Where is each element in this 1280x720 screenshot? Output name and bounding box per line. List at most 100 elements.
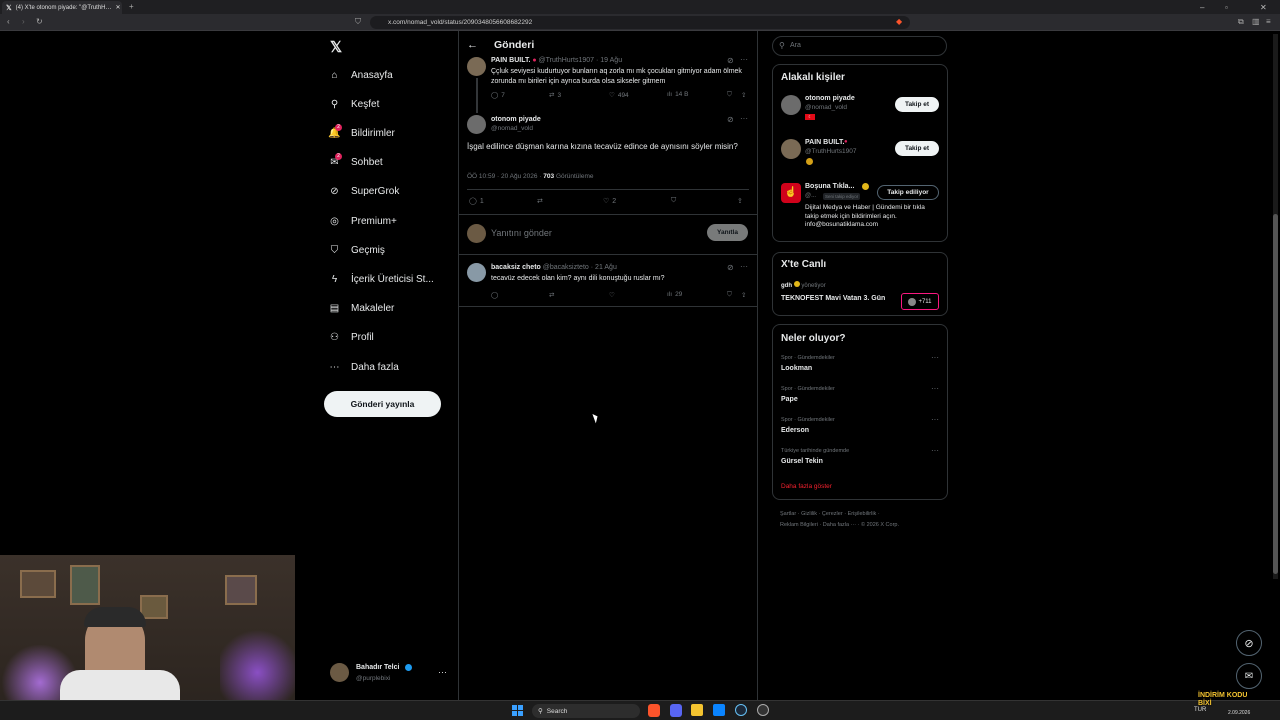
live-event-title[interactable]: TEKNOFEST Mavi Vatan 3. Gün	[781, 295, 885, 302]
more-dots-icon[interactable]: ···	[740, 55, 748, 64]
bookmark-page-icon[interactable]: ⛉	[355, 17, 361, 27]
clock-date[interactable]: 2.09.2026	[1228, 710, 1250, 716]
avatar[interactable]	[467, 115, 486, 134]
brave-shield-icon[interactable]: ◆	[896, 17, 902, 26]
views-button[interactable]: ılı 14 B	[667, 91, 688, 98]
reply-submit-button[interactable]: Yanıtla	[707, 224, 748, 241]
post-timestamp[interactable]: ÖÖ 10:59 · 20 Ağu 2026 ·	[467, 173, 541, 180]
discord-app-icon[interactable]	[670, 704, 682, 717]
grok-icon[interactable]: ⊘	[727, 263, 734, 272]
menu-icon[interactable]: ≡	[1266, 17, 1271, 26]
nav-item-2[interactable]: ⚲ Keşfet	[328, 95, 380, 113]
back-icon[interactable]: ‹	[7, 17, 10, 26]
reply-button[interactable]: ◯ 1	[469, 197, 484, 206]
folder-app-icon[interactable]	[691, 704, 703, 716]
footer-link[interactable]: Çerezler	[822, 511, 843, 517]
parent-post[interactable]: PAIN BUILT. ● @TruthHurts1907 · 19 Ağu ⊘…	[459, 53, 757, 113]
repost-button[interactable]: ⇄ 3	[549, 91, 561, 100]
tab-close-icon[interactable]: ✕	[116, 4, 121, 11]
steam-app-icon[interactable]	[735, 704, 747, 716]
footer-link[interactable]: Şartlar	[780, 511, 796, 517]
grok-float-button[interactable]: ⊘	[1236, 630, 1262, 656]
more-dots-icon[interactable]: ···	[740, 262, 748, 271]
author-handle[interactable]: @nomad_vold	[491, 125, 533, 132]
more-dots-icon[interactable]: ···	[740, 114, 748, 123]
close-window-icon[interactable]: ✕	[1260, 3, 1267, 12]
live-listener-badge[interactable]: +711	[901, 293, 939, 310]
more-dots-icon[interactable]: ···	[931, 353, 939, 362]
author-name[interactable]: bacaksiz cheto	[491, 264, 541, 271]
reply-post[interactable]: bacaksiz cheto @bacaksizteto · 21 Ağu ⊘ …	[459, 257, 757, 307]
following-button[interactable]: Takip ediliyor	[877, 185, 939, 200]
nav-item-6[interactable]: ◎ Premium+	[328, 212, 397, 230]
more-dots-icon[interactable]: ···	[931, 415, 939, 424]
share-button[interactable]: ⇪	[737, 197, 743, 205]
person-row[interactable]: otonom piyade @nomad_vold ☾ Takip et	[773, 93, 947, 129]
share-button[interactable]: ⇪	[741, 291, 746, 299]
messages-float-button[interactable]: ✉	[1236, 663, 1262, 689]
minimize-icon[interactable]: –	[1200, 3, 1204, 12]
avatar[interactable]	[467, 57, 486, 76]
author-handle[interactable]: @TruthHurts1907	[539, 57, 594, 64]
repost-button[interactable]: ⇄	[549, 291, 554, 299]
post-time[interactable]: 21 Ağu	[595, 264, 617, 271]
browser-tab[interactable]: 𝕏 (4) X'te otonom piyade: "@TruthH… ✕	[2, 1, 122, 14]
share-button[interactable]: ⇪	[741, 91, 746, 99]
reload-icon[interactable]: ↻	[36, 17, 43, 26]
nav-item-11[interactable]: ⋯ Daha fazla	[328, 358, 399, 376]
trend-item[interactable]: Türkiye tarihinde gündemde Gürsel Tekin ··…	[773, 446, 947, 476]
repost-button[interactable]: ⇄	[537, 197, 543, 205]
nav-item-5[interactable]: ⊘ SuperGrok	[328, 183, 399, 201]
trend-item[interactable]: Spor · Gündemdekiler Pape ···	[773, 384, 947, 414]
more-dots-icon[interactable]: ···	[438, 667, 447, 677]
grok-icon[interactable]: ⊘	[727, 115, 734, 124]
more-dots-icon[interactable]: ···	[931, 446, 939, 455]
post-button[interactable]: Gönderi yayınla	[324, 391, 441, 417]
bookmark-button[interactable]: ⛉	[727, 91, 732, 99]
nav-item-3[interactable]: 🔔 2 Bildirimler	[328, 123, 395, 142]
url-field[interactable]: x.com/nomad_vold/status/2090348056608682…	[370, 16, 910, 29]
sidebar-icon[interactable]: ▥	[1252, 17, 1260, 26]
account-switcher[interactable]: Bahadır Telci @purplebixi ···	[328, 661, 448, 685]
maximize-icon[interactable]: ▫	[1225, 3, 1228, 12]
person-row[interactable]: PAIN BUILT. ● @TruthHurts1907 Takip et	[773, 137, 947, 173]
footer-link[interactable]: Daha fazla ···	[823, 522, 856, 528]
follow-button[interactable]: Takip et	[895, 141, 939, 156]
scrollbar[interactable]	[1273, 34, 1278, 579]
like-button[interactable]: ♡ 2	[603, 197, 616, 206]
trend-item[interactable]: Spor · Gündemdekiler Lookman ···	[773, 353, 947, 383]
avatar[interactable]	[467, 263, 486, 282]
bookmark-button[interactable]: ⛉	[671, 197, 676, 205]
footer-link[interactable]: Reklam Bilgileri	[780, 522, 818, 528]
footer-link[interactable]: Gizlilik	[801, 511, 817, 517]
more-dots-icon[interactable]: ···	[931, 384, 939, 393]
search-box[interactable]: ⚲ Ara	[772, 36, 947, 56]
x-logo-icon[interactable]: 𝕏	[330, 38, 342, 56]
windows-start-icon[interactable]	[512, 705, 523, 716]
brave-app-icon[interactable]	[648, 704, 660, 717]
extensions-icon[interactable]: ⧉	[1238, 17, 1244, 27]
views-button[interactable]: ılı 29	[667, 291, 682, 298]
reply-input[interactable]: Yanıtını gönder	[491, 228, 691, 238]
nav-item-1[interactable]: ⌂ Anasayfa	[328, 66, 392, 84]
nav-item-7[interactable]: ⛉ Geçmiş	[328, 241, 385, 259]
nav-item-9[interactable]: ▤ Makaleler	[328, 300, 395, 318]
nav-item-10[interactable]: ⚇ Profil	[328, 329, 374, 347]
back-arrow-icon[interactable]: ←	[467, 39, 478, 51]
reply-button[interactable]: ◯ 7	[491, 91, 505, 100]
show-more-link[interactable]: Daha fazla göster	[781, 483, 832, 490]
taskbar-search[interactable]: ⚲ Search	[532, 704, 640, 718]
author-name[interactable]: PAIN BUILT.	[491, 57, 530, 64]
grok-icon[interactable]: ⊘	[727, 56, 734, 65]
reply-button[interactable]: ◯	[491, 291, 498, 299]
nav-item-4[interactable]: ✉ 2 Sohbet	[328, 153, 383, 172]
like-button[interactable]: ♡ 494	[609, 91, 629, 100]
author-name[interactable]: otonom piyade	[491, 116, 541, 123]
scrollbar-thumb[interactable]	[1273, 214, 1278, 574]
author-handle[interactable]: @bacaksizteto	[543, 264, 589, 271]
new-tab-icon[interactable]: +	[129, 2, 134, 11]
forward-icon[interactable]: ›	[22, 17, 25, 26]
mail-app-icon[interactable]	[713, 704, 725, 716]
follow-button[interactable]: Takip et	[895, 97, 939, 112]
obs-app-icon[interactable]	[757, 704, 769, 716]
